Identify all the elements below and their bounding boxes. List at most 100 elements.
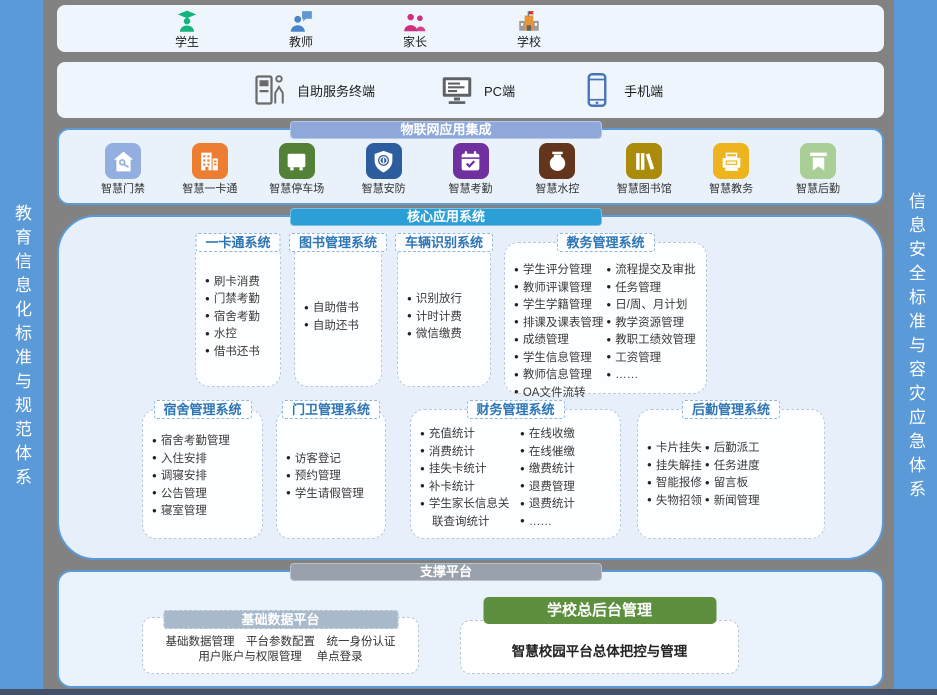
terminal-pc: PC端 [439,72,515,108]
iot-label: 智慧停车场 [269,183,324,195]
school-admin-box: 学校总后台管理 智慧校园平台总体把控与管理 [460,620,739,674]
iot-water-control: 智慧水控 [519,143,595,195]
academic-affairs-system-title: 教务管理系统 [556,233,654,252]
iot-library: 智慧图书馆 [606,143,682,195]
iot-section-title: 物联网应用集成 [290,121,602,139]
left-banner: 教育信息化标准与规范体系 [0,0,43,695]
item-column: 流程提交及审批任务管理日/周、月计划教学资源管理教职工绩效管理工资管理…… [606,262,695,385]
water-control-icon [539,143,575,179]
one-card-system-items: 刷卡消费门禁考勤宿舍考勤水控借书还书 [196,243,280,386]
terminal-label: 手机端 [624,81,663,100]
list-item: 挂失卡统计 [420,461,517,479]
iot-label: 智慧考勤 [449,183,493,195]
library-management-system-title: 图书管理系统 [289,233,387,252]
vehicle-recognition-system-items: 识别放行计时计费微信缴费 [398,243,490,386]
list-item: 门禁考勤 [205,291,260,309]
list-item: 充值统计 [420,426,517,444]
library-management-system: 图书管理系统自助借书自助还书 [294,242,382,387]
item-column: 学生评分管理教师评课管理学生学籍管理排课及课表管理成绩管理学生信息管理教师信息管… [514,262,603,402]
list-item: 智能报修 [647,475,702,493]
users-panel: 学生教师家长学校 [57,5,884,52]
user-school: 学校 [497,9,561,49]
pc-icon [439,72,475,108]
item-column: 在线收缴在线催缴缴费统计退费管理退费统计…… [520,426,575,531]
one-card-icon [192,143,228,179]
finance-management-system: 财务管理系统充值统计消费统计挂失卡统计补卡统计学生家长信息关联查询统计在线收缴在… [410,409,621,539]
left-banner-text: 教育信息化标准与规范体系 [13,204,30,492]
academic-affairs-system: 教务管理系统学生评分管理教师评课管理学生学籍管理排课及课表管理成绩管理学生信息管… [504,242,707,394]
security-icon [366,143,402,179]
list-item: 学生学籍管理 [514,297,603,315]
list-item: 退费统计 [520,496,575,514]
terminal-label: PC端 [484,81,515,100]
school-admin-title: 学校总后台管理 [483,597,716,624]
user-label: 家长 [403,35,427,49]
phone-icon [579,72,615,108]
list-item: 入住安排 [152,451,230,469]
user-parents: 家长 [383,9,447,49]
item-column: 宿舍考勤管理入住安排调寝安排公告管理寝室管理 [152,433,230,521]
list-item: 日/周、月计划 [606,297,695,315]
terminal-kiosk: 自助服务终端 [252,72,375,108]
list-item: 寝室管理 [152,503,230,521]
core-systems-row-1: 一卡通系统刷卡消费门禁考勤宿舍考勤水控借书还书图书管理系统自助借书自助还书车辆识… [59,242,882,387]
list-item: 学生家长信息关联查询统计 [420,496,517,530]
list-item: 挂失解挂 [647,458,702,476]
logistics-management-system-title: 后勤管理系统 [682,400,780,419]
student-icon [174,9,200,35]
iot-label: 智慧图书馆 [617,183,672,195]
school-icon [516,9,542,35]
user-label: 学生 [175,35,199,49]
list-item: 消费统计 [420,444,517,462]
smart-campus-architecture-diagram: 教育信息化标准与规范体系 信息安全标准与容灾应急体系 学生教师家长学校 自助服务… [0,0,937,695]
support-section-title: 支撑平台 [290,563,602,581]
finance-management-system-title: 财务管理系统 [466,400,564,419]
item-column: 卡片挂失挂失解挂智能报修失物招领 [647,440,702,510]
core-systems-row-2: 宿舍管理系统宿舍考勤管理入住安排调寝安排公告管理寝室管理门卫管理系统访客登记预约… [59,409,882,539]
list-item: 留言板 [705,475,760,493]
attendance-icon [453,143,489,179]
logistics-management-system-items: 卡片挂失挂失解挂智能报修失物招领后勤派工任务进度留言板新闻管理 [638,410,824,538]
iot-panel: 物联网应用集成 智慧门禁智慧一卡通智慧停车场智慧安防智慧考勤智慧水控智慧图书馆智… [57,128,884,205]
dormitory-management-system-items: 宿舍考勤管理入住安排调寝安排公告管理寝室管理 [143,410,262,538]
item-column: 识别放行计时计费微信缴费 [407,291,462,344]
bottom-frame-bar [0,689,937,695]
iot-parking: 智慧停车场 [259,143,335,195]
iot-academic-affairs: 智慧教务 [693,143,769,195]
terminal-phone: 手机端 [579,72,663,108]
list-item: 刷卡消费 [205,274,260,292]
list-item: 流程提交及审批 [606,262,695,280]
logistics-icon [800,143,836,179]
iot-one-card: 智慧一卡通 [172,143,248,195]
library-icon [626,143,662,179]
iot-label: 智慧教务 [709,183,753,195]
iot-label: 智慧门禁 [101,183,145,195]
list-item: 教学资源管理 [606,315,695,333]
iot-label: 智慧一卡通 [182,183,237,195]
list-item: 退费管理 [520,479,575,497]
list-item: 学生信息管理 [514,350,603,368]
right-banner-text: 信息安全标准与容灾应急体系 [907,192,924,504]
item-column: 后勤派工任务进度留言板新闻管理 [705,440,760,510]
iot-label: 智慧安防 [362,183,406,195]
list-item: 预约管理 [286,468,364,486]
list-item: 识别放行 [407,291,462,309]
vehicle-recognition-system-title: 车辆识别系统 [395,233,493,252]
finance-management-system-items: 充值统计消费统计挂失卡统计补卡统计学生家长信息关联查询统计在线收缴在线催缴缴费统… [411,410,620,538]
list-item: 排课及课表管理 [514,315,603,333]
iot-attendance: 智慧考勤 [433,143,509,195]
terminals-panel: 自助服务终端 PC端 手机端 [57,62,884,118]
terminal-label: 自助服务终端 [297,81,375,100]
academic-affairs-system-items: 学生评分管理教师评课管理学生学籍管理排课及课表管理成绩管理学生信息管理教师信息管… [505,243,706,393]
basic-data-line-1: 基础数据管理 平台参数配置 统一身份认证 [143,635,418,650]
basic-data-platform-box: 基础数据平台 基础数据管理 平台参数配置 统一身份认证 用户账户与权限管理 单点… [142,617,419,674]
list-item: 水控 [205,326,260,344]
user-student: 学生 [155,9,219,49]
academic-affairs-icon [713,143,749,179]
list-item: 工资管理 [606,350,695,368]
list-item: 任务进度 [705,458,760,476]
list-item: 任务管理 [606,280,695,298]
list-item: 学生评分管理 [514,262,603,280]
list-item: …… [606,367,695,385]
iot-security: 智慧安防 [346,143,422,195]
